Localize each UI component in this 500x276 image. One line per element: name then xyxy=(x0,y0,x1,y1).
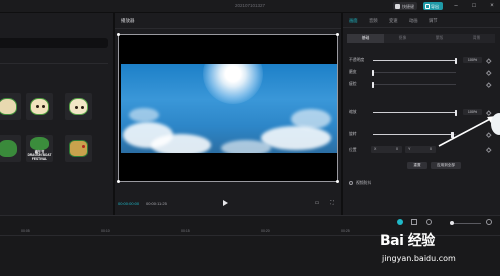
opacity-slider-knob[interactable] xyxy=(454,57,458,64)
smoothing-slider[interactable] xyxy=(371,69,456,76)
festival-sticker-text: 端午节 DRAGON BOAT FESTIVAL xyxy=(27,149,52,161)
sun-glare xyxy=(203,64,263,104)
position-label: 位置 xyxy=(349,148,357,152)
player-panel: 播放器 00:00:00:00 00:00:11:25 ▭ ⛶ xyxy=(115,13,341,215)
current-timecode: 00:00:00:00 xyxy=(118,201,140,206)
sticker-item[interactable] xyxy=(65,135,92,162)
resize-handle[interactable] xyxy=(336,180,339,183)
preview-axis-icon[interactable] xyxy=(411,219,417,225)
fullscreen-icon[interactable]: ⛶ xyxy=(329,200,335,206)
keyframe-icon[interactable] xyxy=(486,147,492,153)
reset-button[interactable]: 重置 xyxy=(407,162,427,169)
keyframe-icon[interactable] xyxy=(486,57,492,63)
ratio-icon[interactable]: ▭ xyxy=(314,200,320,206)
opacity-label: 不透明度 xyxy=(349,58,365,62)
anti-shake-checkbox[interactable] xyxy=(349,181,353,185)
sticker-item[interactable] xyxy=(0,93,21,120)
ruler-tick-label: 00:10 xyxy=(101,229,110,233)
position-y-field[interactable]: Y 0 xyxy=(405,146,436,153)
zoom-slider-knob[interactable] xyxy=(450,221,454,225)
annotation-arrow xyxy=(438,116,496,147)
keyframe-icon[interactable] xyxy=(486,81,492,87)
position-y-label: Y xyxy=(408,147,411,151)
watermark: Bai 经验 jingyan.baidu.com xyxy=(380,230,500,276)
tab-picture[interactable]: 画面 xyxy=(349,18,358,24)
shortcut-button[interactable]: 快捷键 xyxy=(393,2,417,10)
face-slim-label: 瘦脸 xyxy=(349,82,357,86)
opacity-slider-fill xyxy=(373,60,456,62)
player-divider xyxy=(115,28,341,29)
annotation-highlight xyxy=(491,113,500,135)
ruler-tick-label: 00:20 xyxy=(261,229,270,233)
zoom-in-icon[interactable] xyxy=(486,219,492,225)
shortcut-label: 快捷键 xyxy=(402,4,414,9)
position-x-value: 0 xyxy=(396,147,398,151)
resize-handle[interactable] xyxy=(336,33,339,36)
subtab-background[interactable]: 背景 xyxy=(458,34,495,43)
watermark-logo: Bai 经验 xyxy=(380,233,435,249)
face-slim-slider-knob[interactable] xyxy=(371,81,375,88)
tab-animation[interactable]: 动画 xyxy=(409,18,418,24)
tab-adjust[interactable]: 调节 xyxy=(429,18,438,24)
subtab-keying[interactable]: 抠像 xyxy=(384,34,421,43)
player-title: 播放器 xyxy=(121,18,135,23)
position-y-value: 0 xyxy=(430,147,432,151)
close-button[interactable]: × xyxy=(488,2,496,10)
library-divider xyxy=(0,63,108,64)
zoom-slider[interactable] xyxy=(451,223,481,224)
ruler-tick-label: 00:25 xyxy=(341,229,350,233)
zongzi-sticker-icon xyxy=(0,140,17,157)
opacity-value[interactable]: 100% xyxy=(463,57,482,63)
ruler-tick-label: 00:15 xyxy=(181,229,190,233)
keyboard-icon xyxy=(395,3,400,9)
link-icon[interactable] xyxy=(397,219,403,225)
smoothing-slider-knob[interactable] xyxy=(371,69,375,76)
zoom-out-icon[interactable] xyxy=(426,219,432,225)
resize-handle[interactable] xyxy=(117,33,120,36)
scale-label: 缩放 xyxy=(349,110,357,114)
anti-shake-label: 视频防抖 xyxy=(356,181,372,185)
minimize-button[interactable]: – xyxy=(452,2,460,10)
zongzi-sticker-icon xyxy=(0,98,17,115)
rotation-label: 旋转 xyxy=(349,132,357,136)
sticker-item[interactable] xyxy=(26,93,53,120)
sticker-grid: 端午节 DRAGON BOAT FESTIVAL xyxy=(0,93,112,183)
opacity-slider[interactable] xyxy=(373,57,458,64)
zongzi-sticker-icon xyxy=(30,98,49,115)
dragon-sticker-icon xyxy=(69,140,88,157)
export-button[interactable]: 导出 xyxy=(423,2,443,10)
sticker-item[interactable]: 端午节 DRAGON BOAT FESTIVAL xyxy=(26,135,53,162)
face-slim-slider[interactable] xyxy=(371,81,456,88)
inspector-tabs: 画面 音频 变速 动画 调节 xyxy=(343,13,500,28)
video-frame xyxy=(121,64,337,153)
position-x-field[interactable]: X 0 xyxy=(371,146,402,153)
player-controls: 00:00:00:00 00:00:11:25 ▭ ⛶ xyxy=(115,199,341,209)
watermark-url: jingyan.baidu.com xyxy=(382,254,456,263)
library-search-bar[interactable] xyxy=(0,38,108,48)
zongzi-sticker-icon xyxy=(69,98,88,115)
inspector-subtabs: 基础 抠像 蒙版 背景 xyxy=(347,34,495,43)
subtab-mask[interactable]: 蒙版 xyxy=(421,34,458,43)
duration-timecode: 00:00:11:25 xyxy=(146,201,167,206)
keyframe-icon[interactable] xyxy=(486,69,492,75)
smoothing-label: 磨皮 xyxy=(349,70,357,74)
tab-audio[interactable]: 音频 xyxy=(369,18,378,24)
export-label: 导出 xyxy=(431,4,439,9)
apply-all-button[interactable]: 应用到全部 xyxy=(431,162,461,169)
title-bar: 202107101327 快捷键 导出 – □ × xyxy=(0,0,500,12)
sticker-item[interactable] xyxy=(0,135,21,162)
preview-canvas[interactable] xyxy=(117,33,339,183)
resize-handle[interactable] xyxy=(117,180,120,183)
sticker-item[interactable] xyxy=(65,93,92,120)
export-icon xyxy=(425,3,430,9)
ruler-tick-label: 00:05 xyxy=(21,229,30,233)
media-library-panel: 端午节 DRAGON BOAT FESTIVAL xyxy=(0,13,113,215)
play-icon[interactable] xyxy=(223,200,228,206)
maximize-button[interactable]: □ xyxy=(470,2,478,10)
festival-sticker-icon xyxy=(30,137,49,150)
tab-speed[interactable]: 变速 xyxy=(389,18,398,24)
position-x-label: X xyxy=(374,147,377,151)
subtab-basic[interactable]: 基础 xyxy=(347,34,384,43)
